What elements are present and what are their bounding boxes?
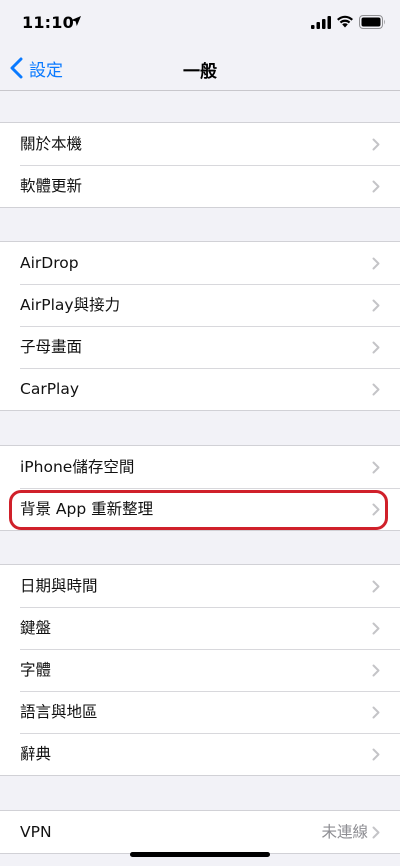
row-label: AirPlay與接力	[20, 296, 121, 314]
row-dictionary[interactable]: 辭典	[0, 733, 400, 775]
status-time: 11:10	[22, 13, 74, 32]
row-label: 鍵盤	[20, 619, 52, 637]
vpn-status: 未連線	[321, 823, 368, 841]
row-label: 辭典	[20, 745, 52, 763]
row-background-app-refresh[interactable]: 背景 App 重新整理	[0, 488, 400, 530]
row-label: 背景 App 重新整理	[20, 500, 154, 518]
settings-group-vpn: VPN 未連線	[0, 810, 400, 854]
settings-group-storage: iPhone儲存空間 背景 App 重新整理	[0, 445, 400, 531]
settings-group-about: 關於本機 軟體更新	[0, 122, 400, 208]
row-label: 日期與時間	[20, 577, 98, 595]
settings-general-screen: 11:10 設定 一般 關於本機 軟體更新 AirDrop AirPlay與接力…	[0, 0, 400, 866]
row-vpn[interactable]: VPN 未連線	[0, 811, 400, 853]
row-label: iPhone儲存空間	[20, 458, 135, 476]
settings-group-connectivity: AirDrop AirPlay與接力 子母畫面 CarPlay	[0, 241, 400, 411]
row-airplay-handoff[interactable]: AirPlay與接力	[0, 284, 400, 326]
chevron-right-icon	[372, 503, 380, 516]
row-airdrop[interactable]: AirDrop	[0, 242, 400, 284]
chevron-right-icon	[372, 180, 380, 193]
chevron-right-icon	[372, 706, 380, 719]
page-title: 一般	[183, 62, 217, 82]
row-label: 軟體更新	[20, 177, 83, 195]
row-label: VPN	[20, 823, 52, 841]
chevron-right-icon	[372, 341, 380, 354]
home-indicator[interactable]	[130, 852, 270, 857]
chevron-right-icon	[372, 664, 380, 677]
row-label: CarPlay	[20, 380, 80, 398]
row-keyboard[interactable]: 鍵盤	[0, 607, 400, 649]
chevron-right-icon	[372, 299, 380, 312]
row-label: AirDrop	[20, 254, 79, 272]
chevron-right-icon	[372, 580, 380, 593]
location-arrow-icon	[71, 16, 81, 26]
row-about[interactable]: 關於本機	[0, 123, 400, 165]
chevron-right-icon	[372, 748, 380, 761]
row-fonts[interactable]: 字體	[0, 649, 400, 691]
chevron-right-icon	[372, 138, 380, 151]
status-bar: 11:10	[0, 0, 400, 44]
chevron-right-icon	[372, 383, 380, 396]
row-language-region[interactable]: 語言與地區	[0, 691, 400, 733]
chevron-right-icon	[372, 257, 380, 270]
row-label: 語言與地區	[20, 703, 98, 721]
chevron-right-icon	[372, 826, 380, 839]
navigation-bar: 設定 一般	[0, 44, 400, 91]
row-iphone-storage[interactable]: iPhone儲存空間	[0, 446, 400, 488]
settings-group-locale: 日期與時間 鍵盤 字體 語言與地區 辭典	[0, 564, 400, 776]
cellular-signal-icon	[311, 16, 331, 29]
row-label: 字體	[20, 661, 52, 679]
chevron-right-icon	[372, 461, 380, 474]
row-picture-in-picture[interactable]: 子母畫面	[0, 326, 400, 368]
battery-icon	[359, 15, 385, 29]
row-software-update[interactable]: 軟體更新	[0, 165, 400, 207]
row-label: 關於本機	[20, 135, 83, 153]
row-date-time[interactable]: 日期與時間	[0, 565, 400, 607]
row-label: 子母畫面	[20, 338, 83, 356]
wifi-icon	[337, 15, 353, 28]
chevron-right-icon	[372, 622, 380, 635]
row-carplay[interactable]: CarPlay	[0, 368, 400, 410]
